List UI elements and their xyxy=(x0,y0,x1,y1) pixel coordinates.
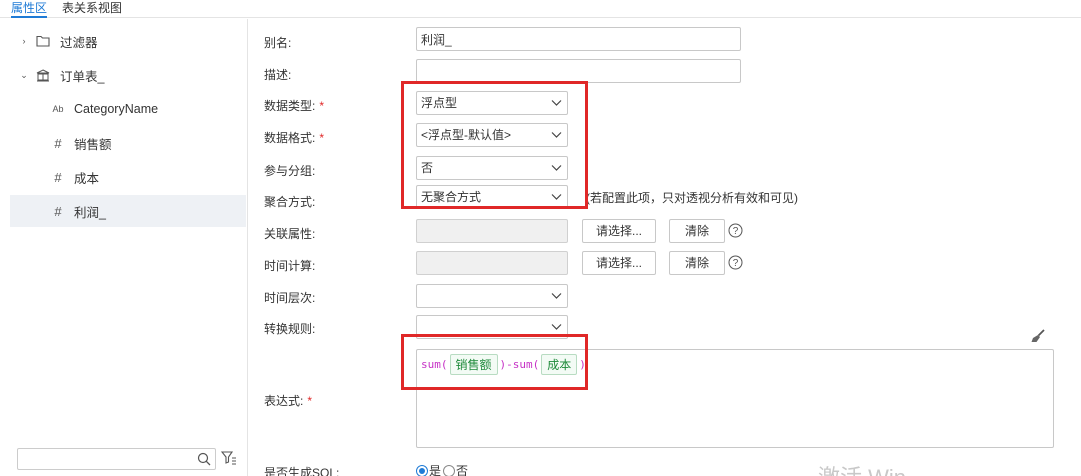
activation-watermark: 激活 Win xyxy=(818,460,906,476)
tree-field-label: CategoryName xyxy=(74,102,159,116)
help-mark: ? xyxy=(733,258,739,269)
tree-node-order-table[interactable]: ⌄ 订单表_ xyxy=(0,59,246,91)
chevron-down-icon xyxy=(551,293,562,299)
help-icon[interactable]: ? xyxy=(728,255,743,270)
related-attribute-choose-button[interactable]: 请选择... xyxy=(582,219,656,243)
aggregation-select[interactable]: 无聚合方式 xyxy=(416,185,568,209)
generate-sql-yes-radio[interactable] xyxy=(416,464,428,476)
description-label: 描述: xyxy=(264,68,292,82)
data-format-select[interactable]: <浮点型-默认值> xyxy=(416,123,568,147)
table-icon xyxy=(35,68,51,82)
related-attribute-label: 关联属性: xyxy=(264,227,316,241)
chevron-down-icon xyxy=(551,132,562,138)
alias-label: 别名: xyxy=(264,36,292,50)
expression-function: )-sum( xyxy=(499,358,540,371)
generate-sql-no-radio[interactable] xyxy=(443,464,456,476)
tree-field-profit[interactable]: # 利润_ xyxy=(10,195,246,227)
tree-field-label: 利润_ xyxy=(74,205,106,220)
field-tree-panel: › 过滤器 ⌄ 订单表_ Ab CategoryName # 销售额 # 成本 … xyxy=(0,19,248,476)
tree-field-sales[interactable]: # 销售额 xyxy=(0,127,246,159)
time-level-select[interactable] xyxy=(416,284,568,308)
data-type-label: 数据类型: * xyxy=(264,99,325,113)
help-mark: ? xyxy=(733,226,739,237)
time-calculation-label: 时间计算: xyxy=(264,259,316,273)
expression-content: sum( 销售额 )-sum( 成本 ) xyxy=(421,354,586,375)
brush-icon[interactable] xyxy=(1030,328,1046,344)
required-mark: * xyxy=(319,131,325,145)
time-level-label: 时间层次: xyxy=(264,291,316,305)
text-type-icon: Ab xyxy=(52,104,64,114)
tab-relations-view[interactable]: 表关系视图 xyxy=(62,0,122,18)
alias-input[interactable] xyxy=(416,27,741,51)
grouping-value: 否 xyxy=(421,161,434,175)
tree-field-label: 成本 xyxy=(74,171,100,186)
generate-sql-no-label[interactable]: 否 xyxy=(456,462,468,476)
data-format-label: 数据格式: * xyxy=(264,131,325,145)
tab-properties[interactable]: 属性区 xyxy=(11,0,48,18)
aggregation-hint: (若配置此项，只对透视分析有效和可见) xyxy=(586,191,798,205)
required-mark: * xyxy=(319,99,325,113)
chevron-down-icon xyxy=(551,194,562,200)
chevron-down-icon xyxy=(551,100,562,106)
data-format-value: <浮点型-默认值> xyxy=(421,128,512,142)
aggregation-value: 无聚合方式 xyxy=(421,190,482,204)
expression-label: 表达式: * xyxy=(264,394,313,408)
tree-filter-label: 过滤器 xyxy=(60,35,98,50)
chevron-right-icon[interactable]: › xyxy=(19,36,29,46)
grouping-label: 参与分组: xyxy=(264,164,316,178)
tree-table-label: 订单表_ xyxy=(60,69,105,84)
aggregation-label: 聚合方式: xyxy=(264,195,316,209)
data-type-value: 浮点型 xyxy=(421,96,458,110)
expression-field-cost[interactable]: 成本 xyxy=(541,354,578,375)
help-icon[interactable]: ? xyxy=(728,223,743,238)
description-input[interactable] xyxy=(416,59,741,83)
number-type-icon: # xyxy=(54,135,62,151)
tree-node-filter[interactable]: › 过滤器 xyxy=(0,25,246,57)
expression-editor[interactable]: sum( 销售额 )-sum( 成本 ) xyxy=(416,349,1054,448)
tree-field-cost[interactable]: # 成本 xyxy=(0,161,246,193)
transform-rule-select[interactable] xyxy=(416,315,568,339)
time-calculation-input xyxy=(416,251,568,275)
expression-function: sum( xyxy=(421,358,448,371)
field-search-box[interactable] xyxy=(17,448,216,470)
generate-sql-label: 是否生成SQL: xyxy=(264,466,340,476)
generate-sql-yes-label[interactable]: 是 xyxy=(429,462,441,476)
chevron-down-icon[interactable]: ⌄ xyxy=(19,70,29,81)
time-calculation-choose-button[interactable]: 请选择... xyxy=(582,251,656,275)
expression-field-sales[interactable]: 销售额 xyxy=(449,354,498,375)
number-type-icon: # xyxy=(54,203,62,219)
transform-rule-label: 转换规则: xyxy=(264,322,316,336)
search-icon[interactable] xyxy=(197,452,211,466)
filter-icon[interactable] xyxy=(221,450,237,466)
folder-icon xyxy=(35,35,51,47)
data-type-select[interactable]: 浮点型 xyxy=(416,91,568,115)
field-search-input[interactable] xyxy=(18,449,188,469)
required-mark: * xyxy=(307,394,313,408)
time-calculation-clear-button[interactable]: 清除 xyxy=(669,251,725,275)
grouping-select[interactable]: 否 xyxy=(416,156,568,180)
number-type-icon: # xyxy=(54,169,62,185)
tree-field-categoryname[interactable]: Ab CategoryName xyxy=(0,93,246,125)
tree-field-label: 销售额 xyxy=(74,137,112,152)
chevron-down-icon xyxy=(551,324,562,330)
related-attribute-clear-button[interactable]: 清除 xyxy=(669,219,725,243)
generate-sql-radio-group: 是 否 xyxy=(416,462,468,476)
expression-function: ) xyxy=(579,358,586,371)
tab-bar: 属性区 表关系视图 xyxy=(0,0,1081,18)
chevron-down-icon xyxy=(551,165,562,171)
related-attribute-input xyxy=(416,219,568,243)
